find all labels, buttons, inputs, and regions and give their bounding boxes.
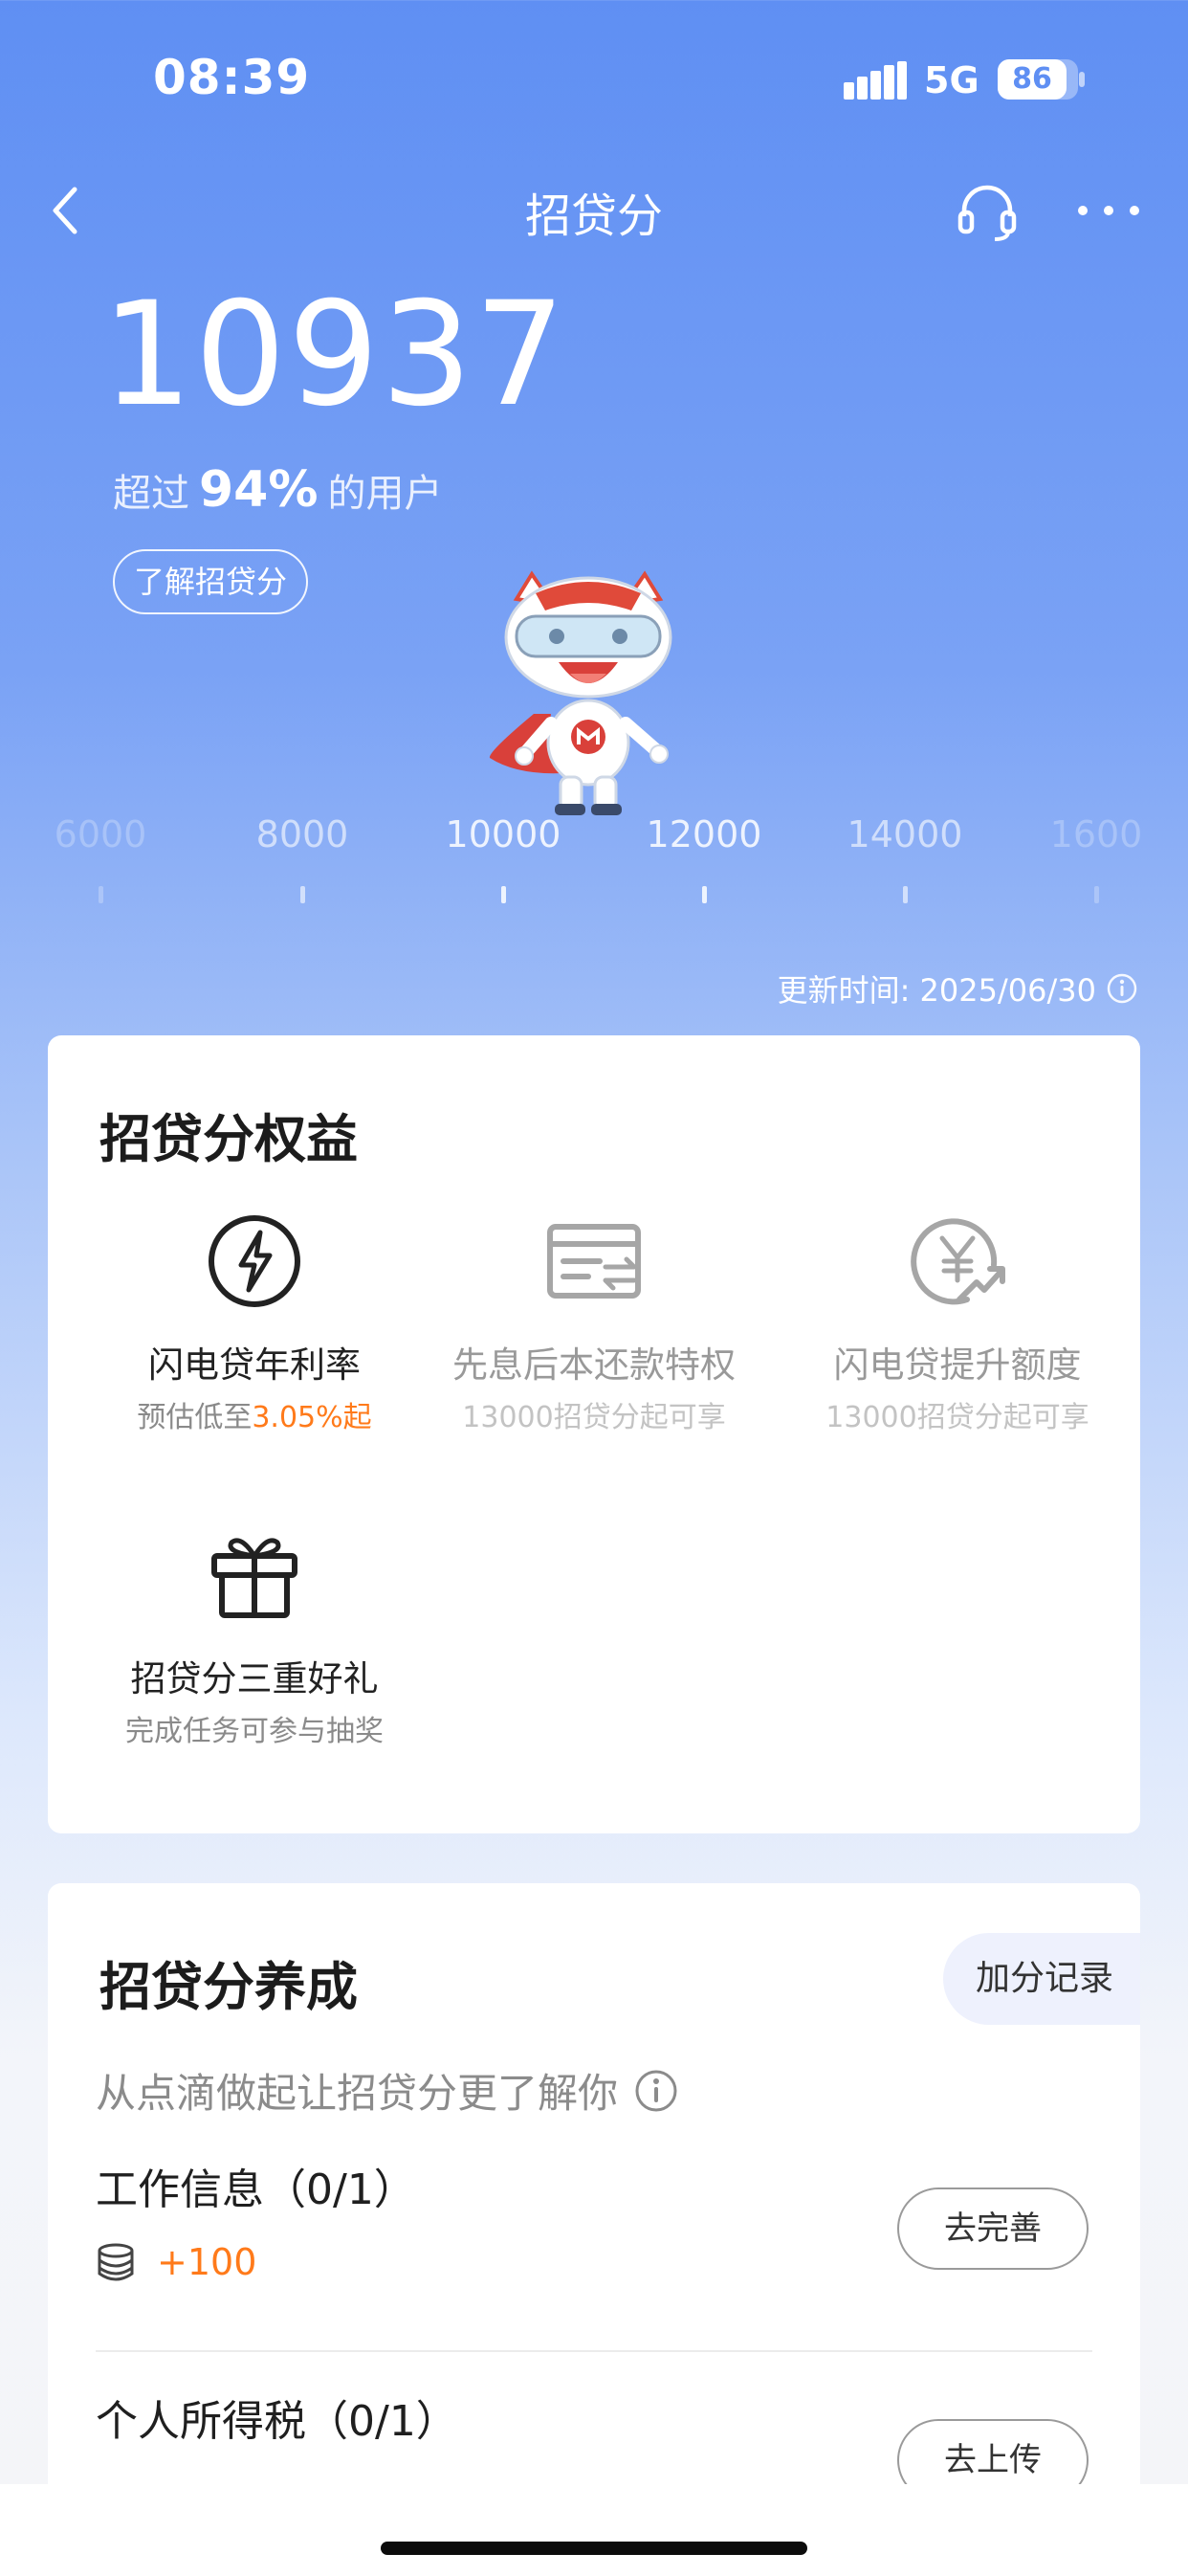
benefits-title: 招贷分权益	[99, 1109, 358, 1169]
benefit-name: 闪电贷提升额度	[833, 1344, 1082, 1386]
task-reward: +100	[96, 2241, 256, 2283]
info-icon[interactable]	[633, 2068, 679, 2114]
mascot-illustration	[489, 570, 672, 815]
battery-cap	[1079, 72, 1085, 87]
complete-work-info-button[interactable]: 去完善	[897, 2187, 1089, 2270]
home-indicator[interactable]	[381, 2542, 807, 2555]
benefit-name: 闪电贷年利率	[148, 1344, 361, 1386]
benefit-rate: 3.05%起	[252, 1401, 372, 1434]
ruler-tick-label: 8000	[255, 813, 349, 855]
update-time-text: 更新时间: 2025/06/30	[777, 972, 1096, 1009]
signal-icon	[844, 61, 907, 100]
ruler-tick-label: 1600	[1049, 813, 1143, 855]
growth-subtitle: 从点滴做起让招贷分更了解你	[96, 2061, 679, 2120]
update-time: 更新时间: 2025/06/30	[778, 966, 1138, 1010]
rank-prefix: 超过	[113, 472, 189, 516]
ruler-tick-label: 10000	[445, 813, 561, 855]
limit-increase-icon	[911, 1218, 1005, 1305]
task-title: 工作信息（0/1）	[96, 2165, 416, 2214]
rank-line: 超过 94% 的用户	[113, 461, 442, 519]
benefit-sub-prefix: 预估低至	[137, 1401, 253, 1434]
task-title: 个人所得税（0/1）	[96, 2397, 458, 2446]
status-bar: 08:39 5G 86	[0, 0, 1188, 163]
growth-title: 招贷分养成	[99, 1957, 358, 2017]
benefit-flash-loan-rate[interactable]: 闪电贷年利率 预估低至3.05%起	[73, 1213, 436, 1443]
ruler-tick-mark	[300, 886, 305, 903]
rank-suffix: 的用户	[327, 472, 443, 516]
repayment-icon	[547, 1224, 641, 1299]
benefit-sub: 13000招贷分起可享	[462, 1401, 726, 1434]
status-time: 08:39	[153, 50, 311, 105]
info-icon[interactable]	[1106, 972, 1138, 1005]
ruler-tick-mark	[903, 886, 908, 903]
ruler-tick-mark	[702, 886, 707, 903]
ruler-tick-mark	[1094, 886, 1099, 903]
benefit-sub: 预估低至3.05%起	[73, 1393, 436, 1435]
benefit-sub: 完成任务可参与抽奖	[125, 1715, 384, 1748]
battery-level: 86	[1012, 62, 1052, 96]
battery-icon: 86	[998, 59, 1078, 100]
benefits-card: 招贷分权益 闪电贷年利率 预估低至3.05%起 先息后本还款特权 13000招贷…	[48, 1035, 1140, 1833]
growth-card: 招贷分养成 加分记录 从点滴做起让招贷分更了解你 工作信息（0/1） +100 …	[48, 1883, 1140, 2534]
learn-score-button[interactable]: 了解招贷分	[113, 549, 309, 614]
task-reward-points: +100	[157, 2241, 257, 2283]
growth-subtitle-text: 从点滴做起让招贷分更了解你	[96, 2070, 619, 2117]
home-indicator-area	[0, 2484, 1188, 2576]
score-log-button[interactable]: 加分记录	[942, 1933, 1140, 2025]
benefit-name: 先息后本还款特权	[452, 1344, 736, 1386]
benefit-limit-increase[interactable]: 闪电贷提升额度 13000招贷分起可享	[776, 1213, 1139, 1443]
headset-icon[interactable]	[957, 184, 1018, 241]
network-type: 5G	[924, 59, 979, 101]
more-icon[interactable]	[1075, 191, 1142, 230]
ruler-tick-mark	[99, 886, 103, 903]
ruler-tick-label: 6000	[54, 813, 147, 855]
divider	[96, 2350, 1092, 2352]
score-ruler: 6000 8000 10000 12000 14000 1600	[0, 813, 1188, 909]
gift-icon	[211, 1538, 297, 1618]
ruler-tick-label: 14000	[847, 813, 963, 855]
coin-stack-icon	[98, 2243, 134, 2281]
benefit-sub: 13000招贷分起可享	[825, 1401, 1089, 1434]
benefit-name: 招贷分三重好礼	[130, 1658, 379, 1699]
credit-score: 10937	[101, 272, 568, 438]
benefit-interest-first[interactable]: 先息后本还款特权 13000招贷分起可享	[412, 1213, 776, 1443]
ruler-tick-label: 12000	[646, 813, 762, 855]
lightning-icon	[209, 1215, 300, 1307]
ruler-tick-mark	[501, 886, 506, 903]
rank-percent: 94%	[199, 461, 319, 519]
benefit-gift[interactable]: 招贷分三重好礼 完成任务可参与抽奖	[73, 1527, 436, 1757]
